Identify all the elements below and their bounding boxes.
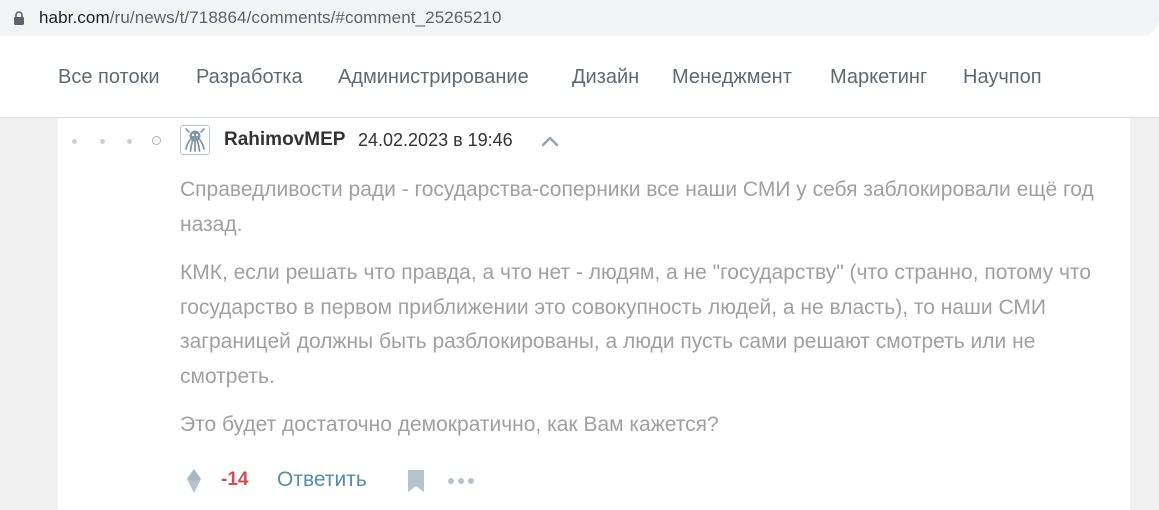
site-nav: Все потоки Разработка Администрирование … xyxy=(0,39,1159,118)
nav-item-all-flows[interactable]: Все потоки xyxy=(58,66,160,89)
lock-icon[interactable] xyxy=(13,11,25,25)
nav-item-administration[interactable]: Администрирование xyxy=(338,66,529,89)
url-text[interactable]: habr.com/ru/news/t/718864/comments/#comm… xyxy=(39,8,502,28)
reply-button[interactable]: Ответить xyxy=(277,468,367,492)
nav-item-marketing[interactable]: Маркетинг xyxy=(830,66,927,89)
comment-paragraph: КМК, если решать что правда, а что нет -… xyxy=(180,261,1091,388)
nav-item-management[interactable]: Менеджмент xyxy=(672,66,792,89)
octopus-avatar-icon[interactable] xyxy=(180,125,210,155)
comment-paragraph: Справедливости ради - государства-соперн… xyxy=(180,178,1094,236)
nav-item-development[interactable]: Разработка xyxy=(196,66,303,89)
thread-level-dot[interactable] xyxy=(72,139,77,144)
comment-body: Справедливости ради - государства-соперн… xyxy=(180,173,1120,457)
thread-level-dot[interactable] xyxy=(100,139,105,144)
chevron-up-icon[interactable] xyxy=(540,134,560,148)
comment-timestamp[interactable]: 24.02.2023 в 19:46 xyxy=(358,130,513,151)
comment-paragraph: Это будет достаточно демократично, как В… xyxy=(180,413,719,436)
thread-current-level-ring[interactable] xyxy=(152,136,161,145)
url-host: habr.com xyxy=(39,8,110,27)
comment-author[interactable]: RahimovMEP xyxy=(224,129,345,151)
browser-address-bar: habr.com/ru/news/t/718864/comments/#comm… xyxy=(0,0,1159,38)
address-field[interactable]: habr.com/ru/news/t/718864/comments/#comm… xyxy=(0,0,1159,36)
nav-item-design[interactable]: Дизайн xyxy=(572,66,639,89)
thread-level-dot[interactable] xyxy=(127,139,132,144)
vote-diamond-icon[interactable] xyxy=(186,468,202,494)
nav-item-popsci[interactable]: Научпоп xyxy=(963,66,1042,89)
url-path: /ru/news/t/718864/comments/#comment_2526… xyxy=(109,8,502,27)
comment-score: -14 xyxy=(221,469,249,490)
bookmark-icon[interactable] xyxy=(407,469,425,493)
more-dots-icon[interactable] xyxy=(447,476,475,486)
